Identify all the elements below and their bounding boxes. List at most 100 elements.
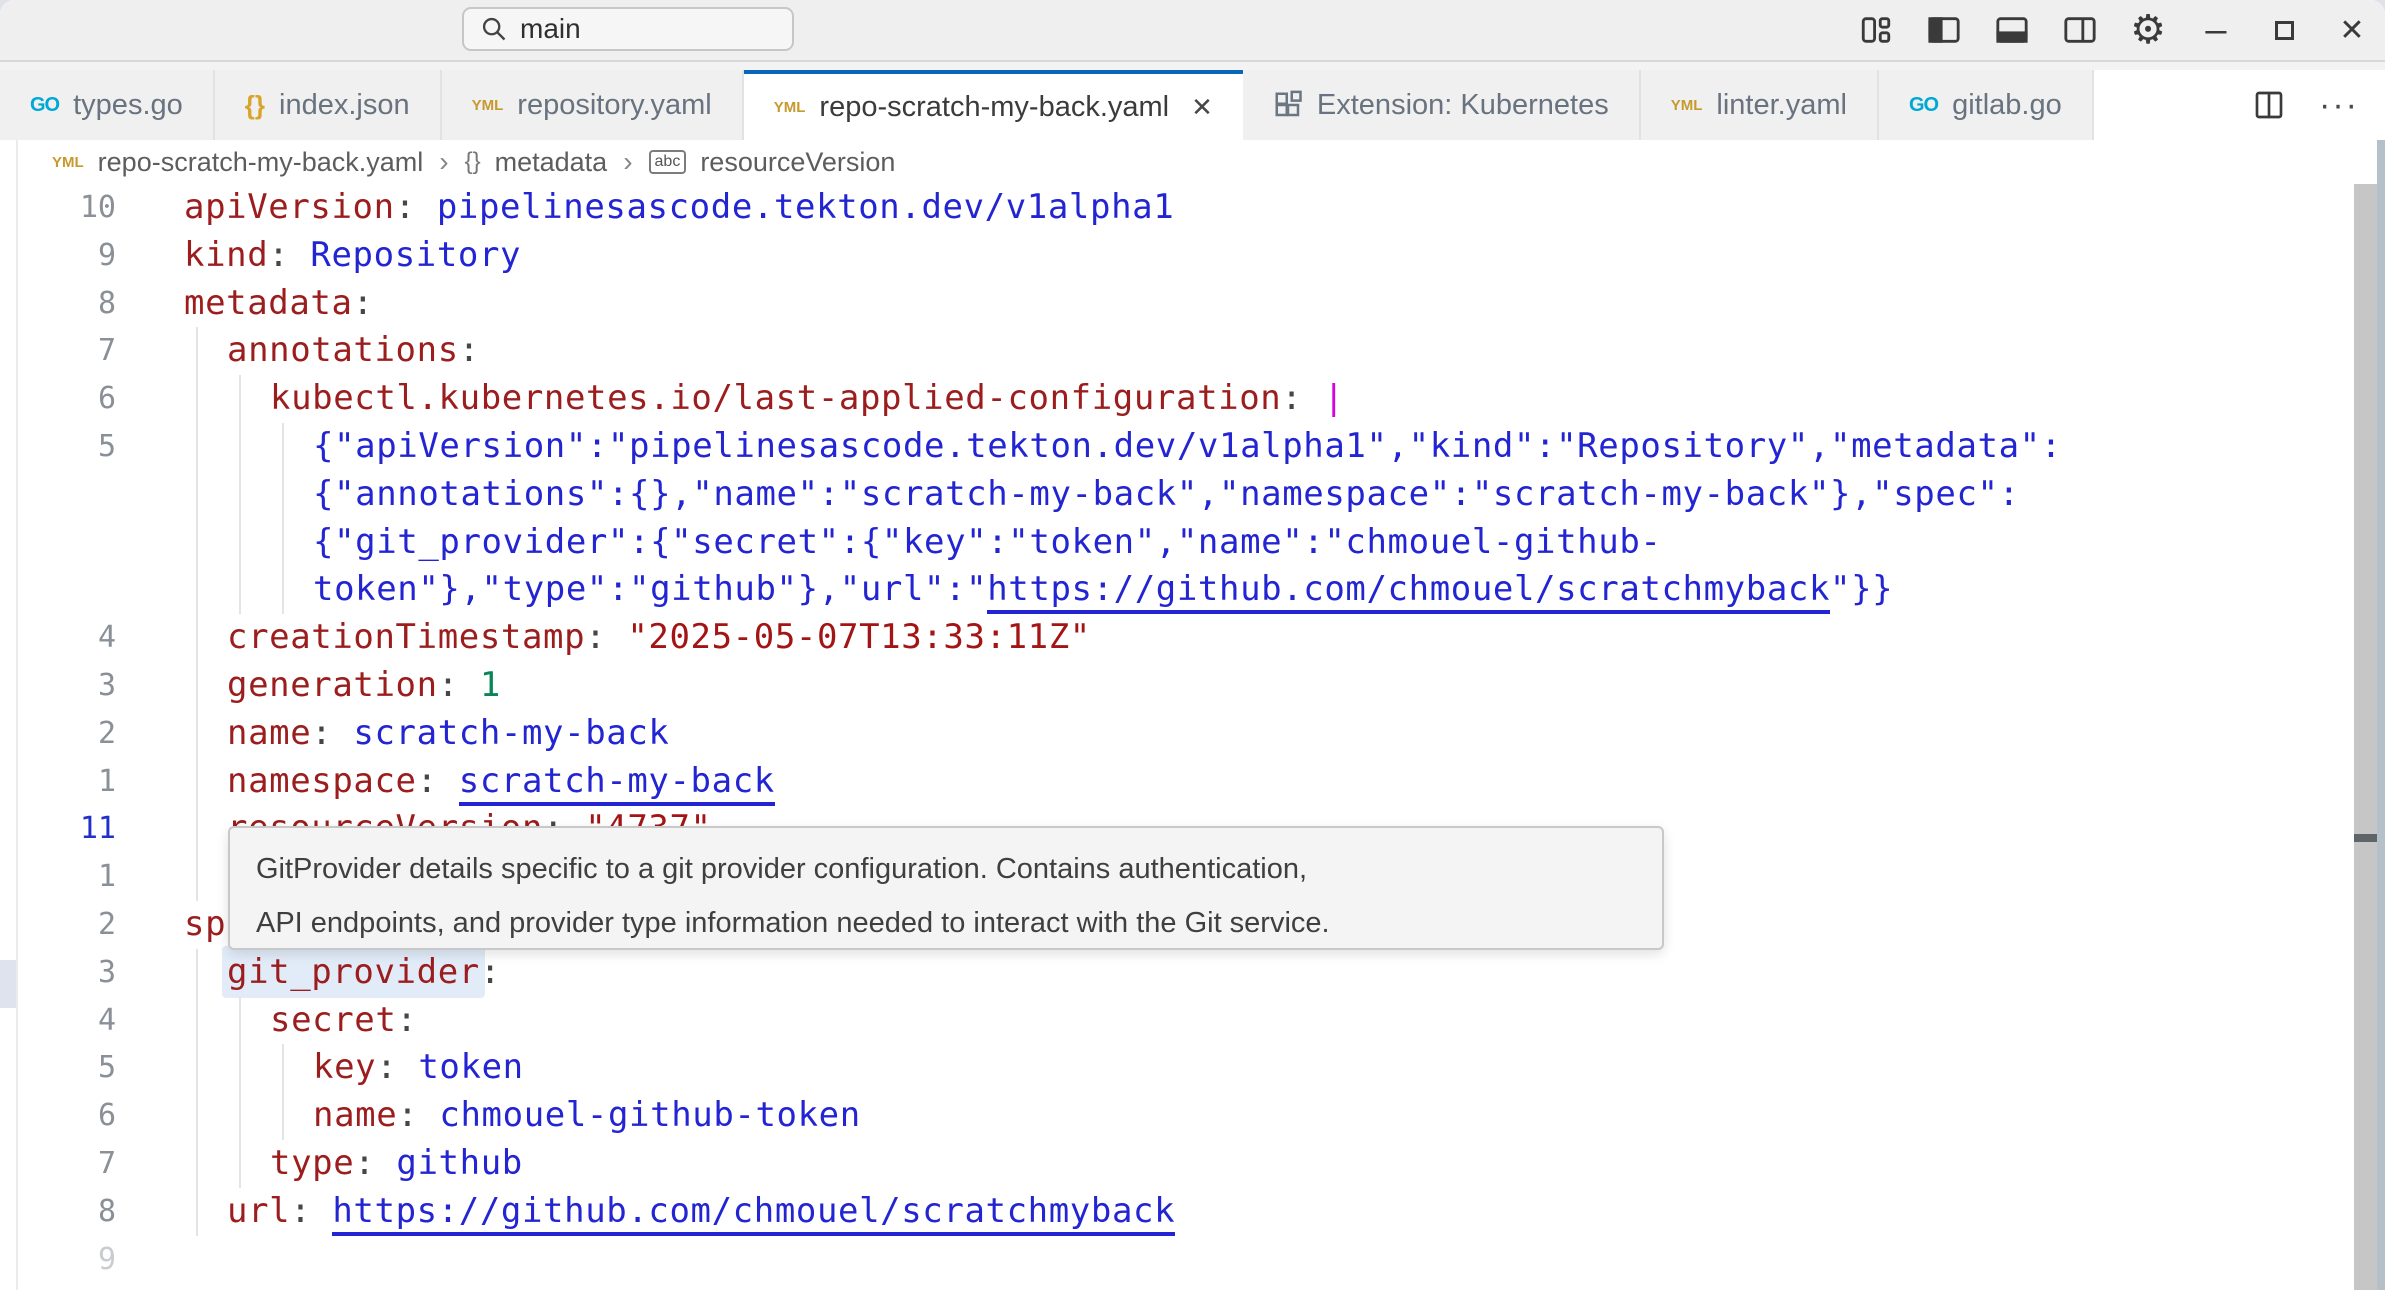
line-content[interactable]: url: https://github.com/chmouel/scratchm… bbox=[184, 1188, 1175, 1236]
code-token: name bbox=[313, 1095, 397, 1135]
line-content[interactable]: name: chmouel-github-token bbox=[184, 1092, 861, 1140]
indent-guide bbox=[282, 471, 284, 519]
line-content[interactable]: {"annotations":{},"name":"scratch-my-bac… bbox=[184, 471, 2020, 519]
line-content[interactable]: secret: bbox=[184, 997, 418, 1045]
code-token: creationTimestamp bbox=[227, 617, 585, 657]
code-line[interactable]: 9kind: Repository bbox=[0, 232, 2340, 280]
line-content[interactable]: {"git_provider":{"secret":{"key":"token"… bbox=[184, 519, 1661, 567]
indent-guide bbox=[239, 1044, 241, 1092]
line-content[interactable]: key: token bbox=[184, 1044, 524, 1092]
line-content[interactable]: kubectl.kubernetes.io/last-applied-confi… bbox=[184, 375, 1345, 423]
code-line[interactable]: 9 bbox=[0, 1236, 2340, 1284]
json-icon: {} bbox=[245, 90, 265, 121]
code-line[interactable]: 3git_provider: bbox=[0, 949, 2340, 997]
toggle-panel-icon[interactable] bbox=[1993, 9, 2031, 51]
code-token: "2025-05-07T13:33:11Z" bbox=[627, 617, 1091, 657]
indent-guide bbox=[196, 758, 198, 806]
indent-guide bbox=[196, 566, 198, 614]
tab-repository-yaml[interactable]: YMLrepository.yaml bbox=[442, 70, 744, 140]
command-center[interactable]: main bbox=[462, 7, 794, 51]
customize-layout-icon[interactable] bbox=[1857, 9, 1895, 51]
tab-label: linter.yaml bbox=[1716, 89, 1847, 122]
object-icon: {} bbox=[465, 148, 481, 176]
line-content[interactable]: generation: 1 bbox=[184, 662, 501, 710]
indent-guide bbox=[239, 423, 241, 471]
window-edge bbox=[2377, 140, 2385, 1290]
maximize-button[interactable] bbox=[2265, 9, 2303, 51]
code-line[interactable]: 8metadata: bbox=[0, 280, 2340, 328]
line-content[interactable]: type: github bbox=[184, 1140, 523, 1188]
code-line[interactable]: 3generation: 1 bbox=[0, 662, 2340, 710]
indent-guide bbox=[239, 471, 241, 519]
indent-guide bbox=[196, 1140, 198, 1188]
code-line[interactable]: 7annotations: bbox=[0, 327, 2340, 375]
code-line[interactable]: 5{"apiVersion":"pipelinesascode.tekton.d… bbox=[0, 423, 2340, 471]
code-line[interactable]: 6name: chmouel-github-token bbox=[0, 1092, 2340, 1140]
code-line[interactable]: 4secret: bbox=[0, 997, 2340, 1045]
code-token: metadata bbox=[184, 283, 353, 323]
line-content[interactable]: {"apiVersion":"pipelinesascode.tekton.de… bbox=[184, 423, 2062, 471]
indent-guide bbox=[196, 375, 198, 423]
line-content[interactable]: metadata: bbox=[184, 280, 374, 328]
tab-gitlab-go[interactable]: GOgitlab.go bbox=[1879, 70, 2094, 140]
line-content[interactable]: name: scratch-my-back bbox=[184, 710, 669, 758]
close-button[interactable]: ✕ bbox=[2333, 9, 2371, 51]
code-token: : bbox=[353, 283, 374, 323]
more-actions-icon[interactable]: ··· bbox=[2319, 86, 2359, 125]
tab-types-go[interactable]: GOtypes.go bbox=[0, 70, 215, 140]
code-line[interactable]: 6kubectl.kubernetes.io/last-applied-conf… bbox=[0, 375, 2340, 423]
breadcrumb-item-resourceversion[interactable]: resourceVersion bbox=[700, 147, 895, 178]
tab-linter-yaml[interactable]: YMLlinter.yaml bbox=[1641, 70, 1879, 140]
code-line[interactable]: token"},"type":"github"},"url":"https://… bbox=[0, 566, 2340, 614]
code-link[interactable]: scratch-my-back bbox=[459, 761, 775, 806]
line-content[interactable]: apiVersion: pipelinesascode.tekton.dev/v… bbox=[184, 184, 1174, 232]
indent-guide bbox=[239, 1092, 241, 1140]
line-content[interactable]: annotations: bbox=[184, 327, 480, 375]
code-line[interactable]: 10apiVersion: pipelinesascode.tekton.dev… bbox=[0, 184, 2340, 232]
settings-gear-icon[interactable]: ⚙ bbox=[2129, 9, 2167, 51]
overview-ruler-cursor-marker bbox=[2354, 834, 2377, 842]
line-content[interactable]: token"},"type":"github"},"url":"https://… bbox=[184, 566, 1893, 614]
breadcrumb-item-repo-scratch-my-back-yaml[interactable]: repo-scratch-my-back.yaml bbox=[98, 147, 424, 178]
hover-tooltip: GitProvider details specific to a git pr… bbox=[228, 826, 1664, 950]
code-link[interactable]: https://github.com/chmouel/scratchmyback bbox=[332, 1191, 1175, 1236]
vertical-scrollbar[interactable] bbox=[2354, 184, 2377, 1290]
code-token: : bbox=[417, 761, 459, 801]
code-line[interactable]: 4creationTimestamp: "2025-05-07T13:33:11… bbox=[0, 614, 2340, 662]
code-token: token"},"type":"github"},"url":" bbox=[313, 569, 987, 609]
tab-extension-kubernetes[interactable]: Extension: Kubernetes bbox=[1243, 70, 1641, 140]
indent-guide bbox=[196, 710, 198, 758]
code-token: chmouel-github-token bbox=[439, 1095, 860, 1135]
tooltip-line-2: API endpoints, and provider type informa… bbox=[256, 896, 1636, 950]
line-content[interactable]: kind: Repository bbox=[184, 232, 521, 280]
indent-guide bbox=[282, 519, 284, 567]
code-line[interactable]: {"git_provider":{"secret":{"key":"token"… bbox=[0, 519, 2340, 567]
code-token: scratch-my-back bbox=[353, 713, 669, 753]
indent-guide bbox=[196, 853, 198, 901]
split-editor-icon[interactable] bbox=[2253, 89, 2285, 121]
indent-guide bbox=[282, 1092, 284, 1140]
code-line[interactable]: {"annotations":{},"name":"scratch-my-bac… bbox=[0, 471, 2340, 519]
title-bar: main bbox=[0, 0, 2385, 62]
code-line[interactable]: 8url: https://github.com/chmouel/scratch… bbox=[0, 1188, 2340, 1236]
code-token: : bbox=[585, 617, 627, 657]
close-icon[interactable]: ✕ bbox=[1191, 92, 1213, 123]
code-line[interactable]: 2name: scratch-my-back bbox=[0, 710, 2340, 758]
code-line[interactable]: 1namespace: scratch-my-back bbox=[0, 758, 2340, 806]
breadcrumb-item-metadata[interactable]: metadata bbox=[495, 147, 608, 178]
line-content[interactable]: namespace: scratch-my-back bbox=[184, 758, 775, 806]
code-token: : bbox=[459, 330, 480, 370]
toggle-primary-sidebar-icon[interactable] bbox=[1925, 9, 1963, 51]
code-link[interactable]: https://github.com/chmouel/scratchmyback bbox=[987, 569, 1830, 614]
tab-index-json[interactable]: {}index.json bbox=[215, 70, 442, 140]
minimize-button[interactable]: – bbox=[2197, 9, 2235, 51]
code-token: {"git_provider":{"secret":{"key":"token"… bbox=[313, 522, 1661, 562]
line-content[interactable]: git_provider: bbox=[184, 949, 501, 997]
code-area[interactable]: 10apiVersion: pipelinesascode.tekton.dev… bbox=[0, 184, 2340, 1283]
tab-repo-scratch-my-back-yaml[interactable]: YMLrepo-scratch-my-back.yaml✕ bbox=[744, 70, 1243, 140]
line-content[interactable]: creationTimestamp: "2025-05-07T13:33:11Z… bbox=[184, 614, 1091, 662]
code-line[interactable]: 7type: github bbox=[0, 1140, 2340, 1188]
toggle-secondary-sidebar-icon[interactable] bbox=[2061, 9, 2099, 51]
code-line[interactable]: 5key: token bbox=[0, 1044, 2340, 1092]
code-token: type bbox=[270, 1143, 354, 1183]
